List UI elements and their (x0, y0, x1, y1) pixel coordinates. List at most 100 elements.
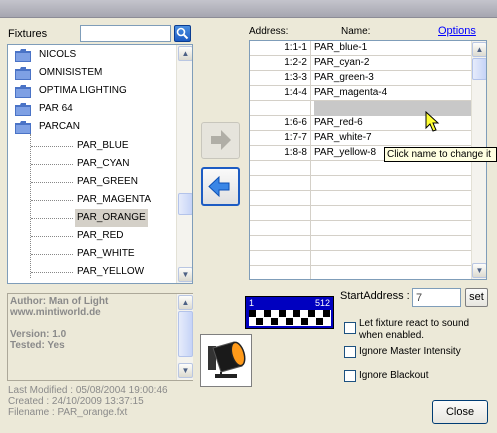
ignore-blackout-label: Ignore Blackout (359, 370, 429, 381)
grid-address-cell (250, 236, 311, 251)
remove-fixture-button[interactable] (201, 167, 240, 206)
folder-icon (15, 67, 31, 80)
tooltip: Click name to change it (384, 147, 497, 162)
tree-item[interactable]: PAR_BLUE (8, 137, 176, 155)
scroll-down-icon[interactable]: ▼ (472, 263, 486, 278)
set-button[interactable]: set (465, 288, 488, 307)
ignore-blackout-checkbox[interactable] (344, 370, 356, 382)
fixture-picture (200, 334, 252, 387)
tree-item[interactable]: PAR_ORANGE (8, 209, 176, 227)
grid-row[interactable] (250, 206, 472, 221)
info-version: Version: 1.0 (10, 329, 67, 340)
tree-folder-label: PAR 64 (39, 103, 73, 114)
add-fixture-button[interactable] (201, 122, 240, 159)
fixtures-label: Fixtures (8, 28, 48, 40)
tree-connector (31, 254, 73, 255)
grid-name-cell[interactable]: PAR_yellow-8 (314, 146, 376, 161)
dmx-channel-cell (323, 310, 330, 317)
grid-row[interactable]: 1:3-3 PAR_green-3 (250, 71, 472, 86)
tree-connector (31, 236, 73, 237)
scroll-thumb[interactable] (178, 193, 192, 215)
tree-item-label: PAR_CYAN (77, 158, 130, 169)
fixture-tree[interactable]: NICOLS OMNISISTEM OPTIMA LIGHTING PAR 64 PAR… (7, 44, 193, 284)
grid-name-cell[interactable]: PAR_red-6 (314, 116, 363, 131)
tree-item[interactable]: PAR_CYAN (8, 155, 176, 173)
tree-folder-label: PARCAN (39, 121, 80, 132)
title-bar[interactable] (0, 0, 497, 18)
dmx-channel-cell (286, 318, 293, 325)
options-link[interactable]: Options (438, 25, 476, 37)
grid-address-cell: 1:4-4 (250, 86, 311, 101)
folder-icon (15, 121, 31, 134)
tree-item-label: PAR_BLUE (77, 140, 129, 151)
scroll-down-icon[interactable]: ▼ (178, 363, 193, 378)
grid-row[interactable] (250, 251, 472, 266)
arrow-left-icon (208, 175, 230, 198)
start-address-input[interactable] (412, 288, 461, 307)
grid-address-cell: 1:7-7 (250, 131, 311, 146)
tree-folder[interactable]: OPTIMA LIGHTING (8, 82, 176, 100)
grid-address-cell (250, 251, 311, 266)
grid-name-cell[interactable]: PAR_magenta-4 (314, 86, 387, 101)
grid-row[interactable] (250, 236, 472, 251)
tree-item[interactable]: PAR_YELLOW (8, 263, 176, 281)
mouse-cursor-icon (425, 111, 440, 132)
grid-row[interactable]: 1:1-1 PAR_blue-1 (250, 41, 472, 56)
tree-item[interactable]: PAR_GREEN (8, 173, 176, 191)
info-modified: Last Modified : 05/08/2004 19:00:46 (8, 385, 168, 396)
tree-folder[interactable]: NICOLS (8, 46, 176, 64)
info-filename: Filename : PAR_orange.fxt (8, 407, 128, 418)
search-input[interactable] (80, 25, 171, 42)
grid-name-cell[interactable] (314, 101, 472, 116)
search-button[interactable] (174, 25, 191, 42)
grid-address-cell: 1:6-6 (250, 116, 311, 131)
grid-row[interactable] (250, 191, 472, 206)
tree-folder[interactable]: PARCAN (8, 118, 176, 136)
dmx-channel-cell (256, 318, 264, 325)
folder-icon (15, 85, 31, 98)
grid-row[interactable] (250, 266, 472, 279)
grid-name-cell[interactable]: PAR_cyan-2 (314, 56, 369, 71)
grid-row[interactable]: 1:2-2 PAR_cyan-2 (250, 56, 472, 71)
tree-item-label: PAR_ORANGE (75, 209, 148, 227)
dmx-channel-cell (300, 318, 308, 325)
info-scrollbar[interactable]: ▲ ▼ (176, 294, 193, 380)
tree-item-label: PAR_YELLOW (77, 266, 145, 277)
ignore-master-checkbox[interactable] (344, 346, 356, 358)
tree-item[interactable]: PAR_RED (8, 227, 176, 245)
grid-name-cell[interactable]: PAR_green-3 (314, 71, 374, 86)
grid-address-cell: 1:2-2 (250, 56, 311, 71)
scroll-down-icon[interactable]: ▼ (178, 267, 192, 282)
grid-row[interactable]: 1:7-7 PAR_white-7 (250, 131, 472, 146)
grid-address-cell (250, 221, 311, 236)
dmx-channel-cell (315, 318, 323, 325)
grid-row[interactable] (250, 221, 472, 236)
grid-row[interactable] (250, 161, 472, 176)
grid-address-cell: 1:1-1 (250, 41, 311, 56)
tree-folder[interactable]: PAR 64 (8, 100, 176, 118)
tree-folder[interactable]: OMNISISTEM (8, 64, 176, 82)
par-can-lamp-icon (208, 341, 246, 378)
dmx-start-label: 1 (249, 298, 255, 308)
info-created: Created : 24/10/2009 13:37:15 (8, 396, 144, 407)
sound-react-checkbox[interactable] (344, 322, 356, 334)
grid-row[interactable] (250, 176, 472, 191)
scroll-thumb[interactable] (472, 58, 486, 80)
tree-scrollbar[interactable]: ▲ ▼ (176, 45, 192, 283)
scroll-up-icon[interactable]: ▲ (178, 46, 192, 61)
grid-address-cell (250, 206, 311, 221)
grid-address-cell (250, 176, 311, 191)
scroll-thumb[interactable] (178, 311, 193, 357)
tree-folder-label: OMNISISTEM (39, 67, 103, 78)
arrow-right-icon (211, 130, 231, 150)
scroll-up-icon[interactable]: ▲ (178, 295, 193, 310)
grid-address-cell: 1:8-8 (250, 146, 311, 161)
grid-name-cell[interactable]: PAR_blue-1 (314, 41, 367, 56)
grid-name-cell[interactable]: PAR_white-7 (314, 131, 372, 146)
tree-item[interactable]: PAR_MAGENTA (8, 191, 176, 209)
grid-row[interactable]: 1:4-4 PAR_magenta-4 (250, 86, 472, 101)
close-button[interactable]: Close (432, 400, 488, 424)
tree-connector (31, 200, 73, 201)
tree-item[interactable]: PAR_WHITE (8, 245, 176, 263)
scroll-up-icon[interactable]: ▲ (472, 42, 486, 57)
